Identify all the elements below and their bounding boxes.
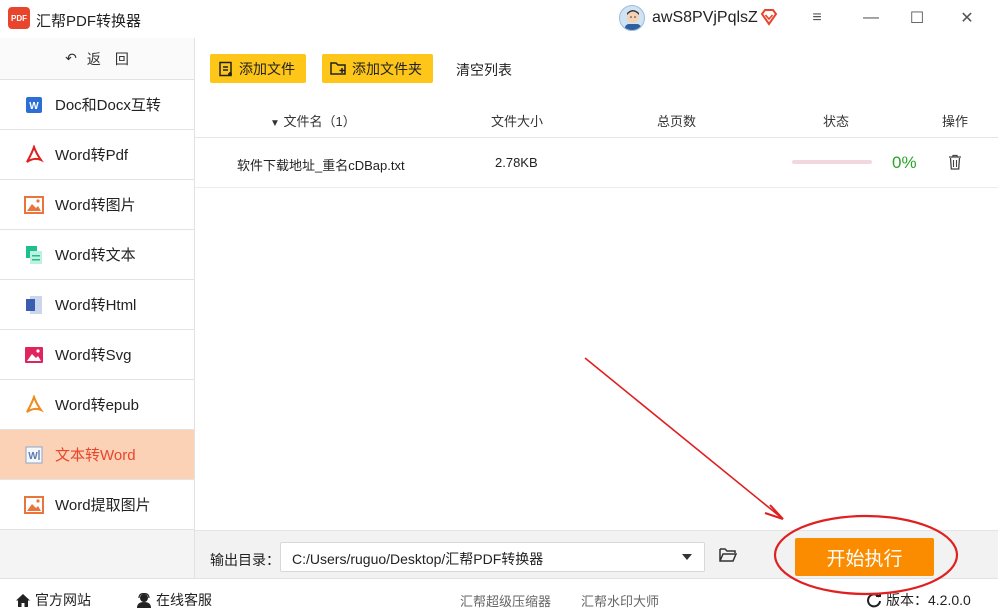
sidebar-item-label: Word转Pdf <box>55 147 129 164</box>
sidebar-item-word-html[interactable]: Word转Html <box>0 280 194 330</box>
toolbar: 添加文件 添加文件夹 清空列表 <box>195 38 998 98</box>
website-link[interactable]: 官方网站 <box>15 590 91 608</box>
filename-header-label: 文件名（1） <box>283 114 356 129</box>
refresh-icon <box>867 592 881 608</box>
text-icon <box>24 245 44 265</box>
username[interactable]: awS8PVjPqlsZ <box>652 9 758 27</box>
svg-text:W: W <box>28 451 38 462</box>
progress-bar <box>792 160 872 164</box>
size-header: 文件大小 <box>491 114 544 129</box>
extract-image-icon <box>24 495 44 515</box>
output-dir-label: 输出目录： <box>210 552 280 568</box>
file-name: 软件下载地址_重名cDBap.txt <box>237 158 405 173</box>
back-label: 返 回 <box>86 50 129 67</box>
sidebar-item-label: Doc和Docx互转 <box>55 97 161 114</box>
svg-text:W: W <box>29 101 39 112</box>
sidebar-item-doc-docx[interactable]: W Doc和Docx互转 <box>0 80 194 130</box>
sidebar-item-label: Word转Svg <box>55 347 132 364</box>
svg-icon <box>24 345 44 365</box>
back-button[interactable]: ↶ 返 回 <box>0 38 194 80</box>
add-file-label: 添加文件 <box>239 60 295 77</box>
epub-icon <box>24 394 44 415</box>
add-file-button[interactable]: 添加文件 <box>210 54 306 83</box>
sort-down-icon: ▼ <box>270 118 280 129</box>
sidebar-item-label: Word转文本 <box>55 247 136 264</box>
clear-list-button[interactable]: 清空列表 <box>456 60 512 80</box>
word-icon: W <box>24 95 44 115</box>
text-to-word-icon: W <box>24 445 44 465</box>
add-folder-label: 添加文件夹 <box>352 60 422 77</box>
table-row[interactable]: 软件下载地址_重名cDBap.txt 2.78KB 0% <box>195 138 998 188</box>
user-avatar[interactable] <box>619 5 645 31</box>
output-dir-select[interactable]: C:/Users/ruguo/Desktop/汇帮PDF转换器 <box>280 542 705 572</box>
support-label: 在线客服 <box>156 592 212 608</box>
action-header: 操作 <box>942 114 969 129</box>
chevron-down-icon <box>682 554 692 560</box>
watermark-link[interactable]: 汇帮水印大师 <box>581 591 659 608</box>
title-bar: PDF 汇帮PDF转换器 awS8PVjPqlsZ ≡ — ☐ ✕ <box>0 0 998 38</box>
add-folder-icon <box>330 62 346 75</box>
sidebar: ↶ 返 回 W Doc和Docx互转 Word转Pdf Word转图片 Word… <box>0 38 195 578</box>
sidebar-item-word-text[interactable]: Word转文本 <box>0 230 194 280</box>
vip-diamond-icon[interactable] <box>760 8 778 26</box>
file-size: 2.78KB <box>495 155 538 170</box>
support-link[interactable]: 在线客服 <box>136 590 212 608</box>
website-label: 官方网站 <box>35 592 91 608</box>
maximize-icon[interactable]: ☐ <box>902 4 932 32</box>
start-button[interactable]: 开始执行 <box>795 538 934 576</box>
support-icon <box>137 592 151 608</box>
image-icon <box>24 195 44 215</box>
pdf-icon <box>24 144 44 165</box>
main-panel: 添加文件 添加文件夹 清空列表 ▼ 文件名（1） 文件大小 总页数 状态 操作 … <box>195 38 998 530</box>
back-arrow-icon: ↶ <box>65 50 77 66</box>
app-title: 汇帮PDF转换器 <box>36 13 142 30</box>
home-icon <box>16 593 30 607</box>
status-header: 状态 <box>823 114 850 129</box>
minimize-icon[interactable]: — <box>856 4 886 32</box>
html-icon <box>24 295 44 315</box>
sidebar-item-word-image[interactable]: Word转图片 <box>0 180 194 230</box>
sidebar-item-label: 文本转Word <box>55 447 136 464</box>
sidebar-item-text-word[interactable]: W 文本转Word <box>0 430 194 480</box>
sidebar-item-label: Word转图片 <box>55 197 136 214</box>
add-file-icon <box>219 61 232 76</box>
open-folder-icon[interactable] <box>719 547 737 563</box>
sidebar-item-label: Word提取图片 <box>55 497 151 514</box>
sidebar-item-word-epub[interactable]: Word转epub <box>0 380 194 430</box>
pages-header: 总页数 <box>657 114 697 129</box>
compressor-link[interactable]: 汇帮超级压缩器 <box>460 591 551 608</box>
footer: 官方网站 在线客服 汇帮超级压缩器 汇帮水印大师 版本：4.2.0.0 <box>0 578 998 608</box>
file-table-header: ▼ 文件名（1） 文件大小 总页数 状态 操作 <box>195 98 998 138</box>
app-logo-icon: PDF <box>8 7 30 29</box>
version-info[interactable]: 版本：4.2.0.0 <box>866 590 971 608</box>
version-label: 版本：4.2.0.0 <box>886 592 971 608</box>
sidebar-item-label: Word转Html <box>55 297 137 314</box>
progress-percent: 0% <box>892 153 917 172</box>
sidebar-item-label: Word转epub <box>55 397 139 414</box>
add-folder-button[interactable]: 添加文件夹 <box>322 54 433 83</box>
filename-header[interactable]: ▼ 文件名（1） <box>270 111 356 130</box>
menu-icon[interactable]: ≡ <box>802 4 832 32</box>
output-bar: 输出目录： C:/Users/ruguo/Desktop/汇帮PDF转换器 开始… <box>195 530 998 578</box>
output-dir-value: C:/Users/ruguo/Desktop/汇帮PDF转换器 <box>292 551 544 567</box>
sidebar-item-word-extract-image[interactable]: Word提取图片 <box>0 480 194 530</box>
sidebar-item-word-pdf[interactable]: Word转Pdf <box>0 130 194 180</box>
sidebar-item-word-svg[interactable]: Word转Svg <box>0 330 194 380</box>
close-icon[interactable]: ✕ <box>952 4 982 32</box>
trash-icon[interactable] <box>948 154 962 170</box>
